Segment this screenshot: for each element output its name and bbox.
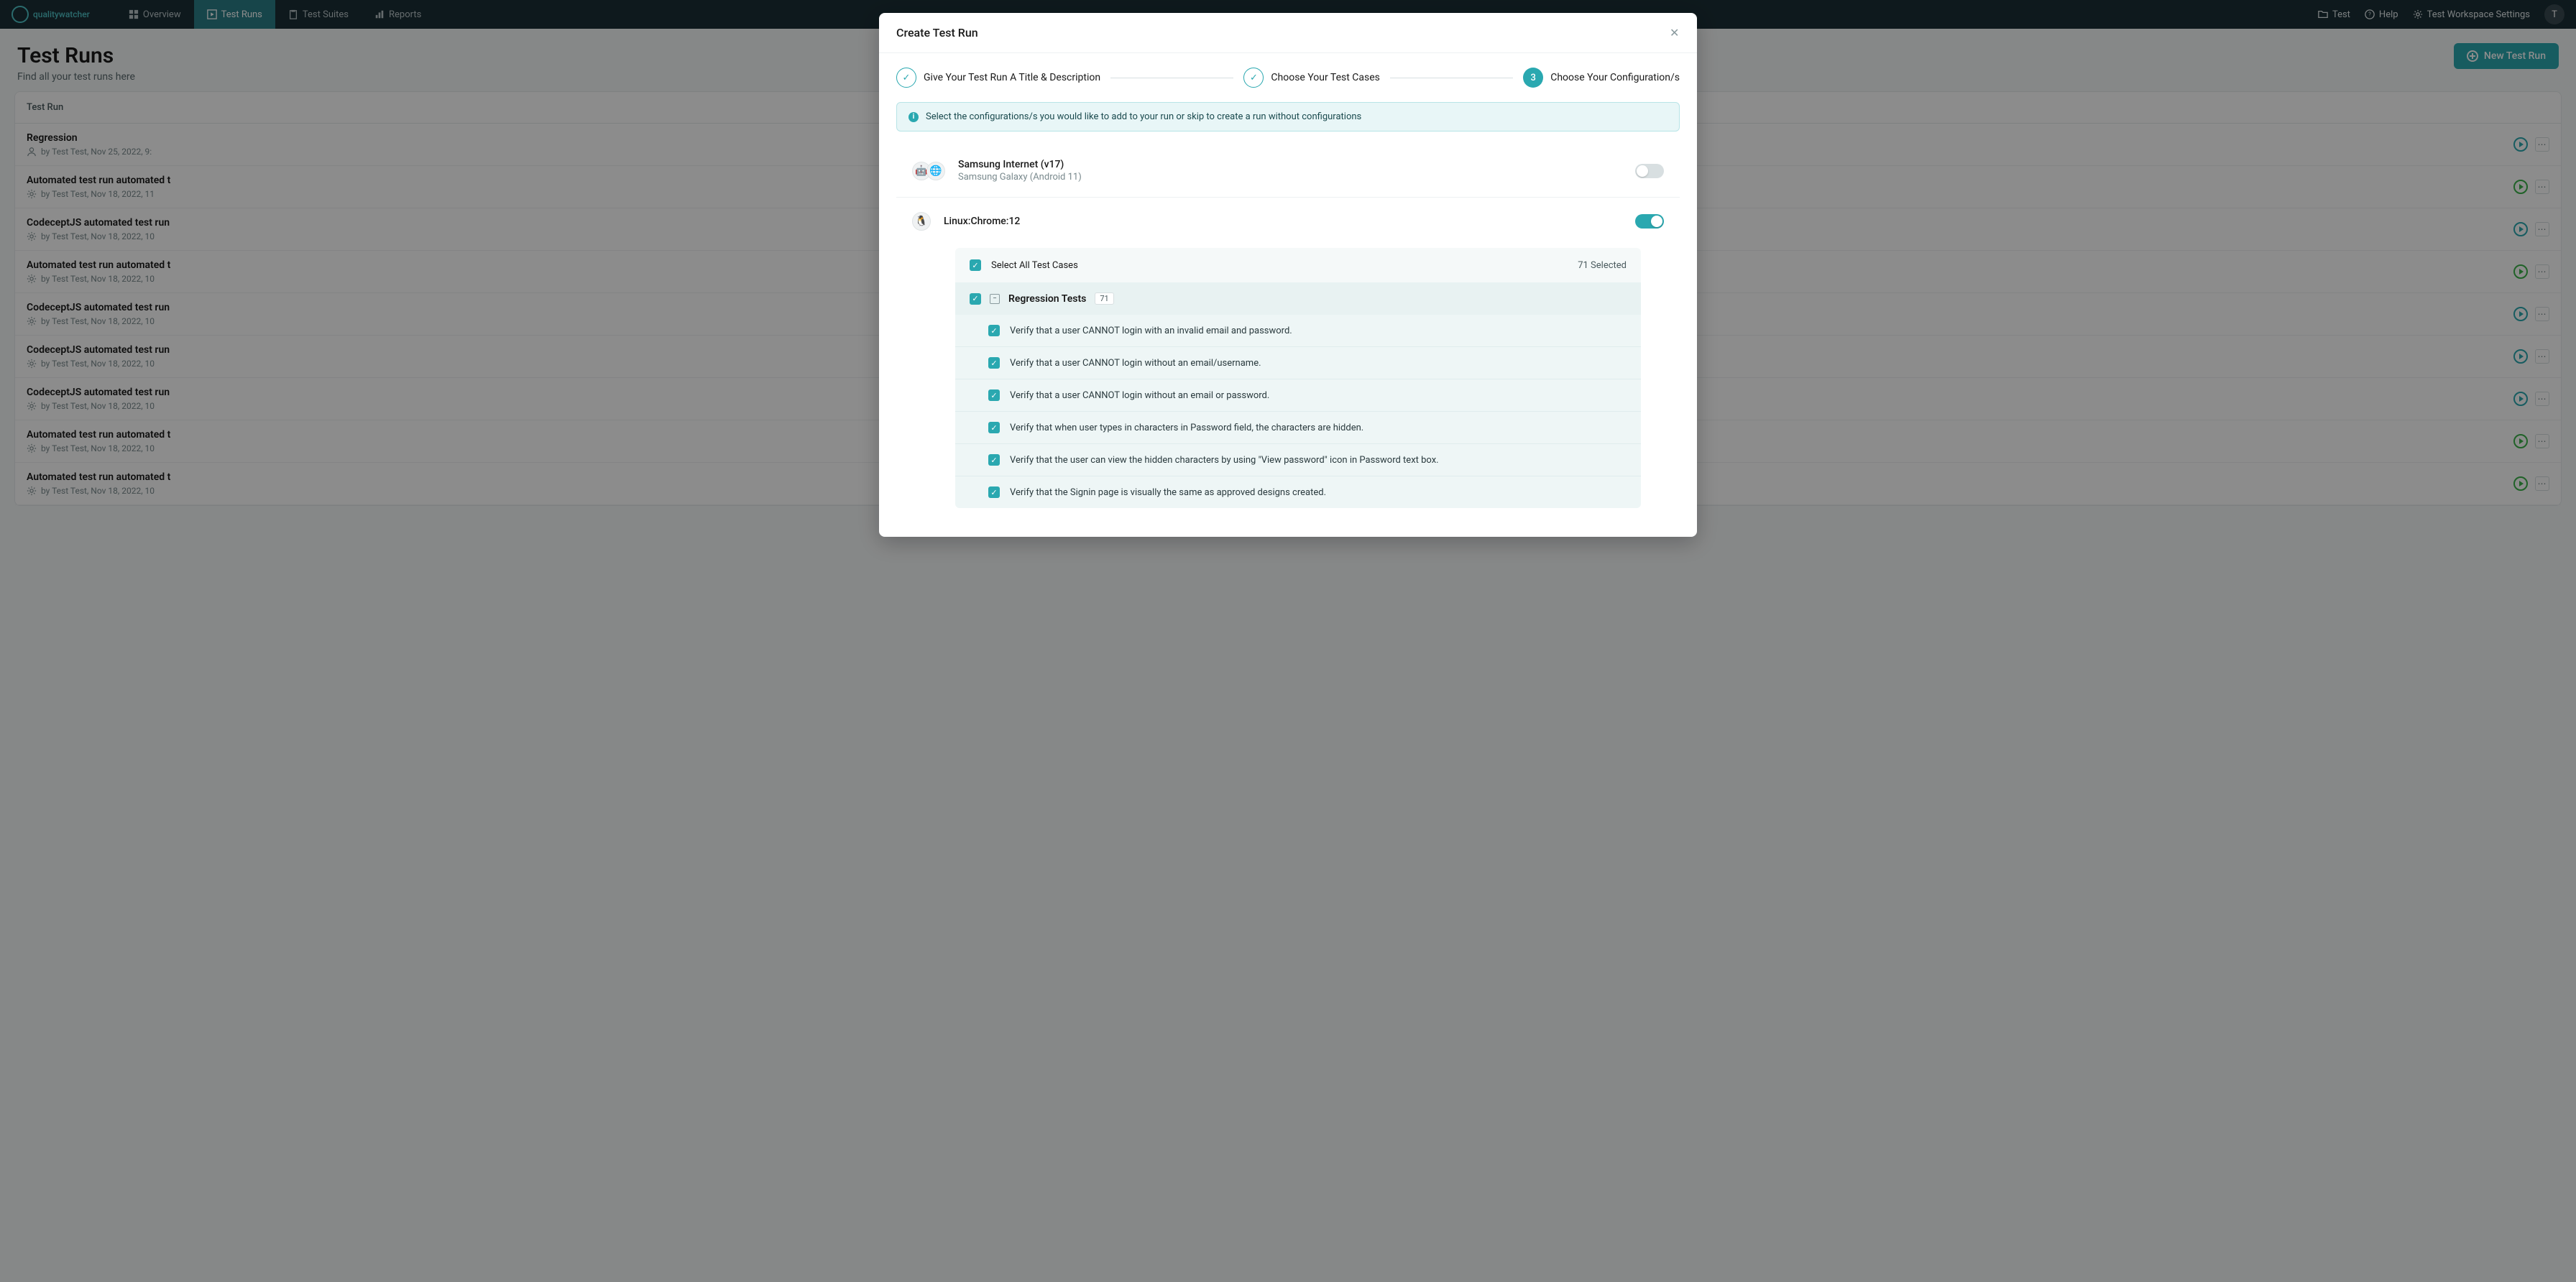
create-test-run-modal: Create Test Run ✕ ✓ Give Your Test Run A… [879,13,1697,537]
info-banner: i Select the configurations/s you would … [896,102,1680,132]
modal-title: Create Test Run [896,26,978,40]
test-case-checkbox[interactable]: ✓ [988,389,1000,401]
config-icons: 🐧 [912,212,931,231]
test-case-checkbox[interactable]: ✓ [988,357,1000,369]
config-sub: Samsung Galaxy (Android 11) [958,172,1082,183]
config-name: Linux:Chrome:12 [944,216,1020,227]
test-case-row[interactable]: ✓ Verify that the user can view the hidde… [955,444,1641,476]
config-name: Samsung Internet (v17) [958,159,1082,170]
modal-header: Create Test Run ✕ [879,13,1697,53]
test-group-header[interactable]: ✓ − Regression Tests 71 [955,282,1641,315]
modal-body: ✓ Give Your Test Run A Title & Descripti… [879,53,1697,537]
test-case-row[interactable]: ✓ Verify that the Signin page is visually… [955,476,1641,508]
configuration-row: 🤖 🌐 Samsung Internet (v17) Samsung Galax… [896,144,1680,197]
test-case-title: Verify that a user CANNOT login with an … [1010,326,1292,336]
test-case-row[interactable]: ✓ Verify that a user CANNOT login without… [955,347,1641,379]
test-case-panel-header: ✓ Select All Test Cases 71 Selected [955,248,1641,282]
group-title: Regression Tests [1008,293,1086,305]
configurations-list: 🤖 🌐 Samsung Internet (v17) Samsung Galax… [896,144,1680,522]
info-icon: i [908,112,919,122]
config-icons: 🤖 🌐 [912,162,945,180]
test-case-row[interactable]: ✓ Verify that a user CANNOT login with an… [955,315,1641,347]
step-check-icon: ✓ [1243,68,1264,88]
test-case-title: Verify that the user can view the hidden… [1010,455,1439,466]
test-case-title: Verify that the Signin page is visually … [1010,487,1326,498]
group-count-badge: 71 [1095,292,1113,305]
test-case-checkbox[interactable]: ✓ [988,422,1000,433]
group-checkbox[interactable]: ✓ [970,293,981,305]
test-case-row[interactable]: ✓ Verify that when user types in characte… [955,412,1641,444]
test-case-panel: ✓ Select All Test Cases 71 Selected ✓ − … [955,248,1641,508]
test-case-checkbox[interactable]: ✓ [988,325,1000,336]
step-2[interactable]: ✓ Choose Your Test Cases [1243,68,1380,88]
test-case-title: Verify that a user CANNOT login without … [1010,390,1269,401]
config-toggle[interactable] [1635,214,1664,229]
test-case-row[interactable]: ✓ Verify that a user CANNOT login without… [955,379,1641,412]
step-check-icon: ✓ [896,68,916,88]
config-toggle[interactable] [1635,164,1664,178]
test-case-title: Verify that a user CANNOT login without … [1010,358,1261,369]
selected-count: 71 Selected [1578,260,1627,271]
select-all-label: Select All Test Cases [991,260,1078,271]
stepper: ✓ Give Your Test Run A Title & Descripti… [896,68,1680,88]
close-icon[interactable]: ✕ [1670,28,1680,38]
modal-overlay: Create Test Run ✕ ✓ Give Your Test Run A… [0,0,2576,1282]
step-number: 3 [1523,68,1543,88]
test-case-checkbox[interactable]: ✓ [988,486,1000,498]
step-1[interactable]: ✓ Give Your Test Run A Title & Descripti… [896,68,1100,88]
test-case-title: Verify that when user types in character… [1010,423,1363,433]
browser-icon: 🌐 [926,162,945,180]
collapse-icon[interactable]: − [990,294,1000,304]
test-case-checkbox[interactable]: ✓ [988,454,1000,466]
step-3[interactable]: 3 Choose Your Configuration/s [1523,68,1680,88]
configuration-row: 🐧 Linux:Chrome:12 ✓ [896,197,1680,522]
linux-icon: 🐧 [912,212,931,231]
select-all-checkbox[interactable]: ✓ [970,259,981,271]
info-text: Select the configurations/s you would li… [926,111,1361,122]
